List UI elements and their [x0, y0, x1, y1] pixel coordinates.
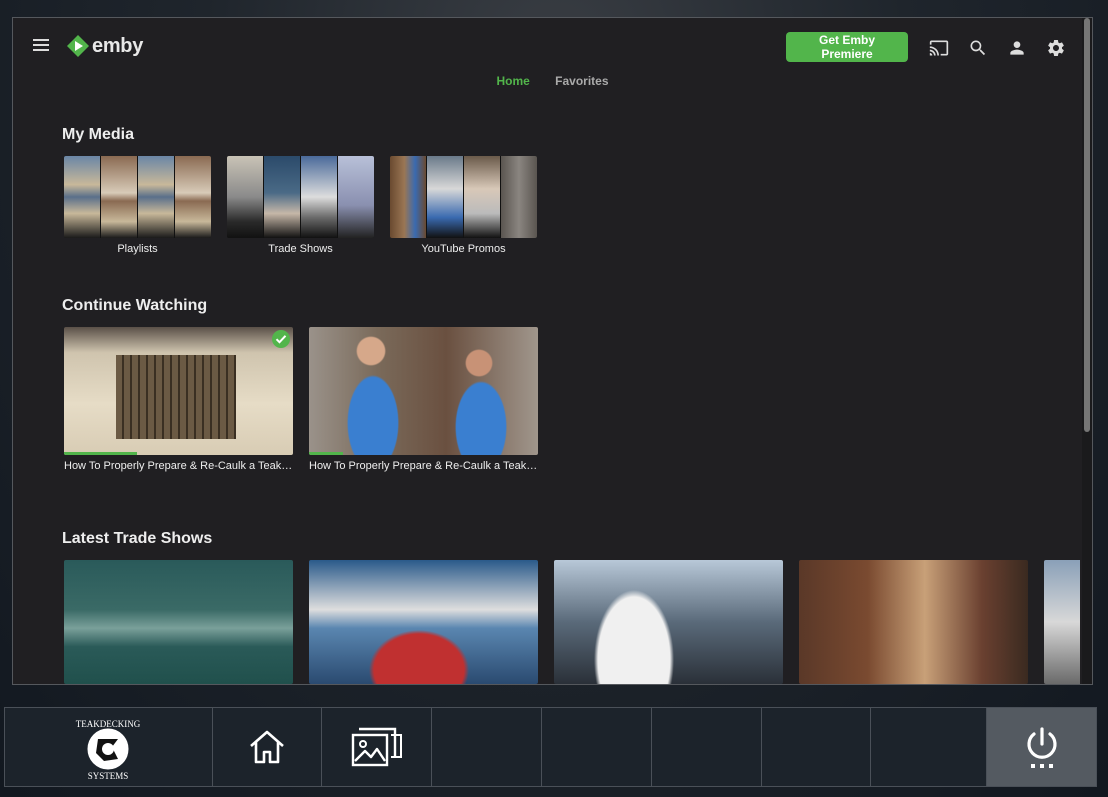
emby-window: emby Get Emby Premiere Home Favorites My… — [12, 17, 1093, 685]
scrollbar[interactable] — [1082, 18, 1092, 684]
trade-show-card[interactable] — [309, 560, 538, 684]
tab-home[interactable]: Home — [496, 74, 529, 88]
gallery-button[interactable] — [322, 708, 433, 786]
video-thumbnail — [554, 560, 783, 684]
library-label-trade-shows: Trade Shows — [268, 243, 333, 255]
taskbar-slot-empty — [871, 708, 988, 786]
taskbar-slot-empty — [542, 708, 652, 786]
scrollbar-thumb[interactable] — [1084, 18, 1090, 432]
menu-icon[interactable] — [33, 39, 49, 53]
library-thumbnail — [390, 156, 537, 238]
power-icon — [1026, 727, 1057, 759]
video-thumbnail — [64, 560, 293, 684]
video-title: How To Properly Prepare & Re-Caulk a Tea… — [309, 460, 538, 472]
video-thumbnail — [309, 327, 538, 455]
section-title-continue-watching: Continue Watching — [62, 297, 208, 314]
cast-icon[interactable] — [929, 38, 949, 58]
watch-progress-bar — [309, 452, 344, 455]
search-icon[interactable] — [968, 38, 988, 58]
video-thumbnail — [309, 560, 538, 684]
home-icon — [250, 730, 284, 764]
video-thumbnail — [64, 327, 293, 455]
library-thumbnail — [64, 156, 211, 238]
section-title-latest-trade-shows: Latest Trade Shows — [62, 530, 213, 547]
section-title-my-media: My Media — [62, 126, 135, 143]
tab-favorites[interactable]: Favorites — [555, 74, 608, 88]
continue-watching-card[interactable]: How To Properly Prepare & Re-Caulk a Tea… — [309, 327, 538, 472]
home-tabs: Home Favorites — [13, 74, 1092, 88]
library-label-playlists: Playlists — [117, 243, 158, 255]
power-button[interactable] — [987, 708, 1096, 786]
settings-icon[interactable] — [1046, 38, 1066, 58]
taskbar-slot-empty — [432, 708, 543, 786]
video-thumbnail — [799, 560, 1028, 684]
logo-text: emby — [92, 34, 144, 57]
trade-show-card[interactable] — [799, 560, 1028, 684]
library-label-youtube-promos: YouTube Promos — [421, 243, 506, 255]
app-header: emby Get Emby Premiere Home Favorites — [13, 18, 1092, 88]
logo-text-top: TEAKDECKING — [76, 719, 141, 729]
taskbar-slot-empty — [762, 708, 872, 786]
logo-text-bottom: SYSTEMS — [88, 771, 129, 781]
teakdecking-logo[interactable]: TEAKDECKING SYSTEMS — [5, 708, 213, 786]
library-card-playlists[interactable]: Playlists — [64, 156, 211, 255]
more-dots-icon — [1030, 764, 1053, 768]
emby-logo[interactable]: emby — [67, 34, 143, 58]
taskbar-slot-empty — [652, 708, 762, 786]
library-thumbnail — [227, 156, 374, 238]
watch-progress-bar — [64, 452, 138, 455]
trade-show-card[interactable] — [1044, 560, 1080, 684]
teakdecking-logo-icon: TEAKDECKING SYSTEMS — [76, 719, 141, 781]
library-card-youtube-promos[interactable]: YouTube Promos — [390, 156, 537, 255]
get-premiere-button[interactable]: Get Emby Premiere — [786, 32, 908, 62]
home-button[interactable] — [213, 708, 323, 786]
gallery-icon — [351, 727, 402, 767]
library-card-trade-shows[interactable]: Trade Shows — [227, 156, 374, 255]
trade-show-card[interactable] — [64, 560, 293, 684]
video-title: How To Properly Prepare & Re-Caulk a Tea… — [64, 460, 293, 472]
watched-check-icon — [272, 330, 290, 348]
video-thumbnail — [1044, 560, 1080, 684]
emby-logo-icon — [67, 35, 89, 57]
kiosk-taskbar: TEAKDECKING SYSTEMS — [4, 707, 1097, 787]
continue-watching-card[interactable]: How To Properly Prepare & Re-Caulk a Tea… — [64, 327, 293, 472]
user-icon[interactable] — [1007, 38, 1027, 58]
trade-show-card[interactable] — [554, 560, 783, 684]
